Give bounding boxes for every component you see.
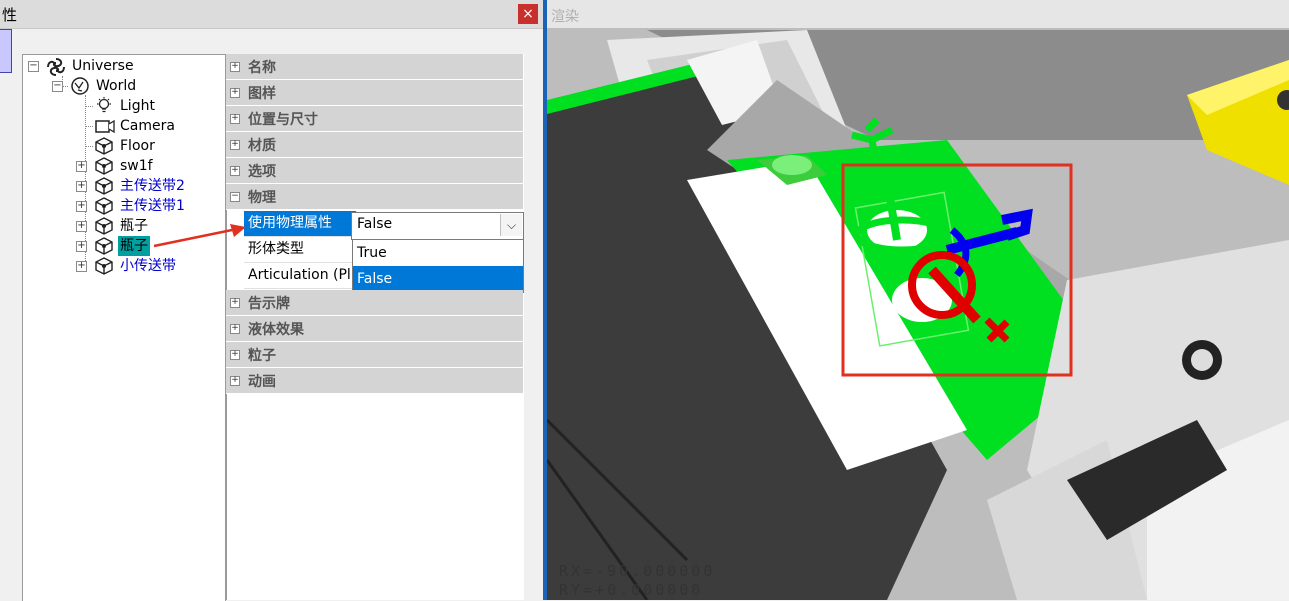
category-label: 动画 [248,374,276,390]
category-position-size[interactable]: + 位置与尺寸 [226,106,523,132]
world-icon [71,77,89,95]
close-button[interactable]: × [518,4,538,24]
expand-icon[interactable]: + [230,140,240,150]
category-particles[interactable]: + 粒子 [226,342,523,368]
object-icon [95,237,113,255]
chevron-down-icon[interactable]: ⌵ [500,214,522,236]
window-title: 性 [2,6,18,24]
expand-icon[interactable]: + [230,62,240,72]
tree-label: Camera [120,118,175,134]
light-bulb-icon [97,97,111,113]
tree-label: Floor [120,138,155,154]
category-liquid-effect[interactable]: + 液体效果 [226,316,523,342]
tree-label: World [96,78,137,94]
category-billboard[interactable]: + 告示牌 [226,290,523,316]
tree-label: 主传送带1 [120,198,185,214]
expand-icon[interactable]: + [76,241,87,252]
expand-icon[interactable]: + [230,376,240,386]
category-options[interactable]: + 选项 [226,158,523,184]
object-icon [95,137,113,155]
select-value: False [357,216,393,232]
expand-icon[interactable]: + [76,261,87,272]
expand-icon[interactable]: + [76,161,87,172]
prop-name: Articulation (Pl [244,263,357,288]
object-icon [95,177,113,195]
expand-icon[interactable]: + [230,114,240,124]
prop-name: 形体类型 [244,237,357,262]
expand-icon[interactable]: + [230,88,240,98]
rx-readout: RX=-90.000000 [559,562,716,580]
collapse-icon[interactable]: − [52,81,63,92]
object-icon [95,257,113,275]
category-pattern[interactable]: + 图样 [226,80,523,106]
category-label: 位置与尺寸 [248,112,318,128]
category-label: 材质 [248,138,276,154]
universe-icon [47,58,65,76]
camera-icon [95,119,115,134]
dropdown-option-true[interactable]: True [353,240,523,266]
tree-label: Universe [72,58,134,74]
dropdown-list: True False [352,239,524,293]
category-label: 名称 [248,60,276,76]
use-physics-select[interactable]: False ⌵ [351,212,524,240]
object-icon [95,197,113,215]
tree-label: Light [120,98,155,114]
tree-label: 瓶子 [118,236,150,256]
category-animation[interactable]: + 动画 [226,368,523,394]
expand-icon[interactable]: + [230,324,240,334]
category-label: 物理 [248,190,276,206]
object-icon [95,217,113,235]
scene-3d[interactable] [547,0,1289,600]
expand-icon[interactable]: + [76,201,87,212]
annotation-arrow [153,224,246,248]
category-label: 图样 [248,86,276,102]
tree-label: 瓶子 [120,218,148,234]
expand-icon[interactable]: + [230,298,240,308]
collapse-icon[interactable]: − [28,61,39,72]
render-titlebar: 渲染 [547,0,1289,28]
category-label: 液体效果 [248,322,304,338]
ry-readout: RY=+0.000000 [559,581,704,599]
object-icon [95,157,113,175]
category-label: 告示牌 [248,296,290,312]
collapse-icon[interactable]: − [230,192,240,202]
properties-window: 性 × − Universe − World Light Camera Floo… [0,0,543,601]
properties-titlebar: 性 × [0,0,543,29]
expand-icon[interactable]: + [76,221,87,232]
prop-name: 使用物理属性 [244,211,357,236]
dropdown-option-false[interactable]: False [353,266,523,292]
render-title: 渲染 [551,9,579,25]
tree-label: sw1f [120,158,153,174]
category-label: 选项 [248,164,276,180]
category-material[interactable]: + 材质 [226,132,523,158]
tree-label: 小传送带 [120,258,176,274]
category-label: 粒子 [248,348,276,364]
expand-icon[interactable]: + [76,181,87,192]
category-name[interactable]: + 名称 [226,54,523,80]
expand-icon[interactable]: + [230,350,240,360]
docked-mini-window[interactable] [0,29,12,73]
tree-label: 主传送带2 [120,178,185,194]
render-viewport[interactable]: 渲染 RX=-90.000000 RY=+0.000000 [547,0,1289,600]
category-physics[interactable]: − 物理 [226,184,523,210]
expand-icon[interactable]: + [230,166,240,176]
